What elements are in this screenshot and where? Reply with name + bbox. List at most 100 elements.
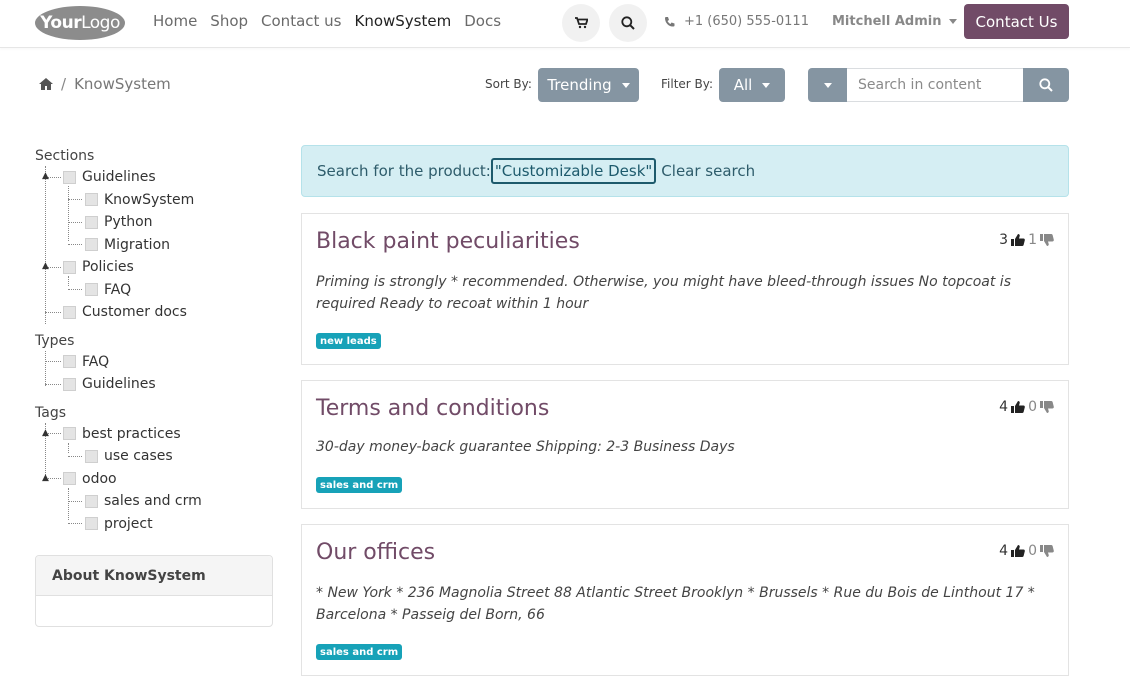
article-tag[interactable]: sales and crm [316,644,403,660]
collapse-icon[interactable]: ▲ [42,261,49,271]
company-logo[interactable]: Your Logo [35,6,125,40]
tag-sales-and-crm[interactable]: sales and crm [35,490,275,513]
thumbs-down-icon[interactable] [1040,545,1054,557]
thumbs-up-icon[interactable] [1011,401,1025,413]
search-icon [621,16,635,30]
search-alert-text: Search for the product: [317,162,491,180]
nav-contact-us[interactable]: Contact us [261,12,341,30]
checkbox[interactable] [85,193,98,207]
article-card[interactable]: Our offices 4 0 * New York * 236 Magnoli… [301,524,1069,676]
checkbox[interactable] [63,170,76,184]
nav-home[interactable]: Home [153,12,197,30]
sort-dropdown[interactable]: Trending [538,68,639,102]
article-title[interactable]: Terms and conditions [316,396,549,421]
checkbox[interactable] [63,472,76,486]
cart-button[interactable] [562,4,600,42]
checkbox[interactable] [85,283,98,297]
type-guidelines[interactable]: Guidelines [35,373,275,396]
like-count: 3 [999,232,1009,248]
search-term-link[interactable]: "Customizable Desk" [490,158,657,184]
checkbox[interactable] [85,494,98,508]
thumbs-up-icon[interactable] [1011,545,1025,557]
collapse-icon[interactable]: ▲ [42,171,49,181]
tree-line [68,199,82,201]
filter-dropdown[interactable]: All [719,68,785,102]
contact-us-button[interactable]: Contact Us [964,4,1069,39]
tree-line [68,221,82,223]
tag-best-practices[interactable]: ▲ best practices [35,423,275,446]
tree-line [45,311,61,313]
search-toggle-button[interactable] [609,4,647,42]
article-tag[interactable]: sales and crm [316,477,403,493]
section-guidelines[interactable]: ▲ Guidelines [35,166,275,189]
tags-title: Tags [35,404,66,421]
filter-value: All [733,76,753,94]
section-faq[interactable]: FAQ [35,279,275,302]
section-customer-docs[interactable]: Customer docs [35,301,275,324]
types-tree: FAQ Guidelines [35,350,275,396]
nav-knowsystem[interactable]: KnowSystem [354,12,451,30]
tree-line [45,383,61,385]
tag-project[interactable]: project [35,513,275,536]
user-menu[interactable]: Mitchell Admin [832,14,958,29]
filter-label: Filter By: [661,77,714,91]
article-votes: 4 0 [999,399,1054,415]
checkbox[interactable] [85,517,98,531]
article-title[interactable]: Black paint peculiarities [316,229,580,254]
main-nav: Home Shop Contact us KnowSystem Docs [153,12,514,30]
phone-icon [665,16,675,27]
article-card[interactable]: Terms and conditions 4 0 30-day money-ba… [301,380,1069,509]
checkbox[interactable] [63,260,76,274]
like-count: 4 [999,399,1009,415]
search-alert: Search for the product: "Customizable De… [301,145,1069,197]
sections-tree: ▲ Guidelines KnowSystem Python Migration… [35,166,275,324]
home-icon[interactable] [39,78,53,90]
search-options-dropdown[interactable] [808,68,847,102]
tree-line [45,361,61,363]
content-search-group [808,68,1069,102]
breadcrumb-separator: / [61,75,67,93]
checkbox[interactable] [63,427,76,441]
sort-value: Trending [547,76,612,94]
user-name: Mitchell Admin [832,14,942,29]
thumbs-down-icon[interactable] [1040,401,1054,413]
dislike-count: 0 [1028,543,1037,559]
chevron-down-icon [949,19,958,24]
section-knowsystem[interactable]: KnowSystem [35,189,275,212]
about-panel: About KnowSystem [35,555,273,627]
tree-line [68,523,82,525]
chevron-down-icon [762,82,771,88]
type-faq[interactable]: FAQ [35,351,275,374]
thumbs-down-icon[interactable] [1040,234,1054,246]
nav-shop[interactable]: Shop [210,12,248,30]
tags-tree: ▲ best practices use cases ▲ odoo sales … [35,422,275,536]
article-card[interactable]: Black paint peculiarities 3 1 Priming is… [301,213,1069,365]
nav-docs[interactable]: Docs [464,12,501,30]
phone-link[interactable]: +1 (650) 555-0111 [664,14,809,29]
article-tag[interactable]: new leads [316,333,381,349]
article-votes: 4 0 [999,543,1054,559]
collapse-icon[interactable]: ▲ [42,428,49,438]
checkbox[interactable] [85,238,98,252]
content-search-button[interactable] [1023,68,1069,102]
content-search-input[interactable] [847,68,1023,102]
section-migration[interactable]: Migration [35,234,275,257]
phone-number: +1 (650) 555-0111 [684,14,809,29]
section-policies[interactable]: ▲ Policies [35,256,275,279]
checkbox[interactable] [85,215,98,229]
tag-odoo[interactable]: ▲ odoo [35,468,275,491]
checkbox[interactable] [85,449,98,463]
checkbox[interactable] [63,305,76,319]
search-icon [1039,78,1053,92]
tree-line [68,244,82,246]
checkbox[interactable] [63,355,76,369]
section-python[interactable]: Python [35,211,275,234]
clear-search-link[interactable]: Clear search [661,162,755,180]
about-panel-title: About KnowSystem [36,556,272,596]
tag-use-cases[interactable]: use cases [35,445,275,468]
checkbox[interactable] [63,377,76,391]
thumbs-up-icon[interactable] [1011,234,1025,246]
article-title[interactable]: Our offices [316,540,435,565]
collapse-icon[interactable]: ▲ [42,473,49,483]
article-excerpt: Priming is strongly * recommended. Other… [316,274,1011,312]
